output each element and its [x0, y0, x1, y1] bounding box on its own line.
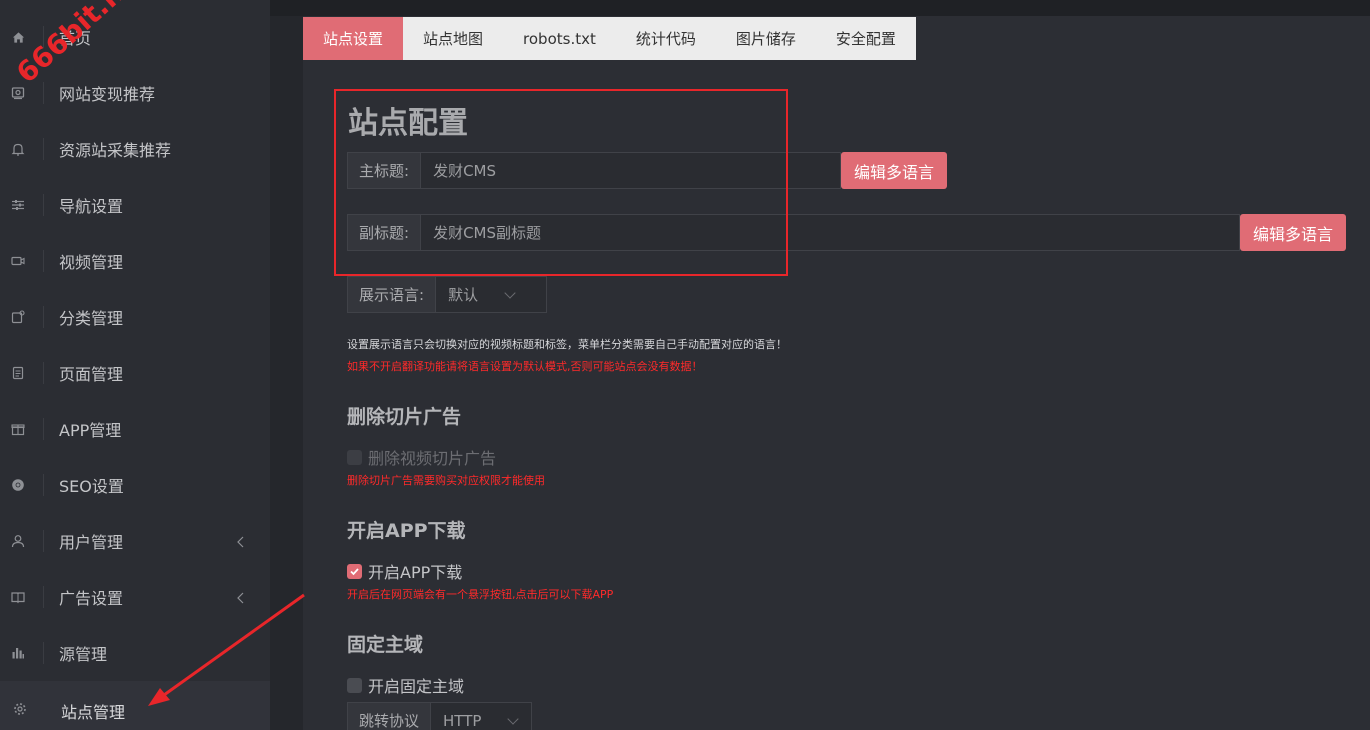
- sidebar: 首页 网站变现推荐 资源站采集推荐 导航设置 视频管理 分类管理 页面管理 AP…: [0, 0, 270, 730]
- checkbox-unchecked-icon: [347, 449, 362, 465]
- redirect-protocol-value: HTTP: [443, 711, 482, 730]
- sidebar-item-label: 资源站采集推荐: [59, 141, 172, 160]
- display-language-label: 展示语言:: [348, 277, 437, 312]
- video-icon: [11, 254, 25, 268]
- app-download-checkbox[interactable]: 开启APP下载: [347, 559, 462, 583]
- sidebar-item-ads[interactable]: 广告设置: [0, 569, 270, 625]
- tab-analytics[interactable]: 统计代码: [616, 17, 716, 60]
- edit-main-title-lang-button[interactable]: 编辑多语言: [841, 152, 947, 189]
- app-download-checkbox-label: 开启APP下载: [368, 563, 463, 582]
- sidebar-item-page[interactable]: 页面管理: [0, 345, 270, 401]
- sidebar-item-source[interactable]: 源管理: [0, 625, 270, 681]
- remove-ads-checkbox-label: 删除视频切片广告: [368, 449, 497, 468]
- redirect-protocol-field: 跳转协议 HTTP: [347, 702, 532, 730]
- chevron-left-icon: [236, 534, 246, 548]
- sidebar-item-app[interactable]: APP管理: [0, 401, 270, 457]
- language-warning: 如果不开启翻译功能请将语言设置为默认模式,否则可能站点会没有数据！: [347, 360, 703, 373]
- checkbox-checked-icon: [347, 563, 362, 579]
- sidebar-item-resource[interactable]: 资源站采集推荐: [0, 121, 270, 177]
- app-download-heading: 开启APP下载: [347, 520, 466, 542]
- fixed-domain-heading: 固定主域: [347, 634, 424, 656]
- home-icon: [11, 30, 25, 44]
- fixed-domain-checkbox-label: 开启固定主域: [368, 677, 465, 696]
- sidebar-item-seo[interactable]: SEO设置: [0, 457, 270, 513]
- gear-icon: [13, 702, 27, 716]
- tab-site-settings[interactable]: 站点设置: [303, 17, 404, 60]
- sidebar-item-label: 网站变现推荐: [59, 85, 156, 104]
- sidebar-item-label: 页面管理: [59, 365, 124, 384]
- chevron-left-icon: [236, 590, 246, 604]
- tab-bar: 站点设置 站点地图 robots.txt 统计代码 图片储存 安全配置: [303, 17, 916, 60]
- sidebar-item-video[interactable]: 视频管理: [0, 233, 270, 289]
- tab-image-storage[interactable]: 图片储存: [716, 17, 816, 60]
- sidebar-item-label: 源管理: [59, 645, 108, 664]
- display-language-select[interactable]: 默认: [436, 277, 526, 312]
- redirect-protocol-select[interactable]: HTTP: [431, 703, 529, 730]
- checkbox-unchecked-icon: [347, 677, 362, 693]
- sidebar-item-label: 分类管理: [59, 309, 124, 328]
- sidebar-item-label: 导航设置: [59, 197, 124, 216]
- page-icon: [11, 366, 25, 380]
- tab-security[interactable]: 安全配置: [816, 17, 916, 60]
- sliders-icon: [11, 198, 25, 212]
- sidebar-item-label: APP管理: [59, 421, 122, 440]
- app-icon: [11, 422, 25, 436]
- chevron-down-icon: [507, 712, 520, 725]
- sidebar-item-label: 站点管理: [61, 703, 126, 722]
- display-language-value: 默认: [448, 286, 479, 304]
- sidebar-item-label: 视频管理: [59, 253, 124, 272]
- remove-ads-heading: 删除切片广告: [347, 406, 462, 428]
- top-bar: [270, 0, 1370, 16]
- bell-icon: [11, 142, 25, 156]
- sidebar-item-category[interactable]: 分类管理: [0, 289, 270, 345]
- edit-sub-title-lang-button[interactable]: 编辑多语言: [1240, 214, 1346, 251]
- chevron-down-icon: [504, 286, 516, 299]
- fixed-domain-checkbox[interactable]: 开启固定主域: [347, 673, 464, 697]
- chrome-icon: [11, 478, 25, 492]
- sidebar-item-label: 用户管理: [59, 533, 124, 552]
- tab-sitemap[interactable]: 站点地图: [403, 17, 503, 60]
- sidebar-item-label: SEO设置: [59, 477, 124, 496]
- sidebar-item-navigation[interactable]: 导航设置: [0, 177, 270, 233]
- book-icon: [11, 590, 25, 604]
- display-language-field: 展示语言: 默认: [347, 276, 547, 313]
- user-icon: [11, 534, 25, 548]
- remove-ads-checkbox[interactable]: 删除视频切片广告: [347, 445, 496, 469]
- language-note: 设置展示语言只会切换对应的视频标题和标签，菜单栏分类需要自己手动配置对应的语言！: [347, 338, 787, 351]
- sidebar-item-user[interactable]: 用户管理: [0, 513, 270, 569]
- annotation-box: [334, 89, 788, 276]
- remove-ads-note: 删除切片广告需要购买对应权限才能使用: [347, 474, 545, 487]
- category-icon: [11, 310, 25, 324]
- sidebar-item-site[interactable]: 站点管理: [0, 681, 270, 730]
- bar-chart-icon: [11, 646, 25, 660]
- tab-robots[interactable]: robots.txt: [503, 17, 616, 60]
- monetize-icon: [11, 86, 25, 100]
- redirect-protocol-label: 跳转协议: [348, 703, 432, 730]
- sidebar-item-label: 广告设置: [59, 589, 124, 608]
- main-content: 站点设置 站点地图 robots.txt 统计代码 图片储存 安全配置 站点配置…: [303, 16, 1370, 730]
- app-download-note: 开启后在网页端会有一个悬浮按钮,点击后可以下载APP: [347, 588, 614, 601]
